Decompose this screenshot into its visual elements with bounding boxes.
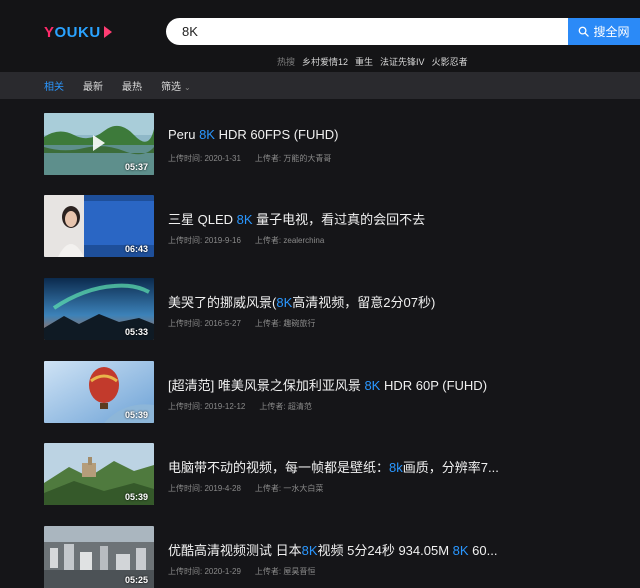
title-highlight: 8K bbox=[452, 543, 469, 558]
title-text: 画质，分辨率7... bbox=[402, 460, 499, 475]
search-icon bbox=[579, 26, 590, 37]
logo-text: YOUKU bbox=[44, 23, 101, 41]
video-meta: 上传时间: 2020-1-31 上传者: 万能的大青哥 bbox=[168, 153, 331, 164]
upload-time: 上传时间: 2019-4-28 bbox=[168, 484, 241, 493]
video-title[interactable]: 优酷高清视频测试 日本8K视频 5分24秒 934.05M 8K 60... bbox=[168, 540, 497, 559]
youku-logo[interactable]: YOUKU bbox=[44, 22, 112, 42]
logo-play-icon bbox=[103, 26, 112, 38]
title-text: 60... bbox=[468, 543, 498, 558]
filter-label: 筛选 bbox=[161, 82, 181, 93]
video-meta: 上传时间: 2019-9-16 上传者: zealerchina bbox=[168, 235, 324, 246]
video-meta: 上传时间: 2020-1-29 上传者: 屋昊晋恒 bbox=[168, 566, 315, 577]
upload-time: 上传时间: 2019-9-16 bbox=[168, 236, 241, 245]
title-highlight: 8K bbox=[364, 378, 381, 393]
title-highlight: 8K bbox=[236, 212, 253, 227]
upload-time: 上传时间: 2019-12-12 bbox=[168, 402, 246, 411]
video-thumbnail[interactable]: 05:39 bbox=[44, 361, 154, 423]
video-thumbnail[interactable]: 05:25 bbox=[44, 526, 154, 588]
tab-hottest[interactable]: 最热 bbox=[122, 78, 142, 93]
title-text: HDR 60P (FUHD) bbox=[380, 378, 488, 393]
uploader[interactable]: 上传者: zealerchina bbox=[255, 235, 324, 246]
title-text: 高清视频，留意2分07秒) bbox=[292, 295, 436, 310]
hot-term[interactable]: 重生 bbox=[355, 55, 373, 68]
tab-relevant[interactable]: 相关 bbox=[44, 78, 64, 93]
filter-dropdown[interactable]: 筛选 ⌄ bbox=[161, 78, 191, 93]
upload-time: 上传时间: 2020-1-29 bbox=[168, 567, 241, 576]
video-meta: 上传时间: 2019-12-12 上传者: 超清范 bbox=[168, 401, 312, 412]
title-text: 美哭了的挪威风景( bbox=[168, 295, 277, 310]
list-item[interactable]: 05:33 美哭了的挪威风景(8K高清视频，留意2分07秒) 上传时间: 201… bbox=[0, 278, 640, 360]
title-highlight: 8k bbox=[389, 460, 403, 475]
search-button[interactable]: 搜全网 bbox=[568, 18, 640, 45]
hot-term[interactable]: 火影忍者 bbox=[432, 55, 468, 68]
hot-term[interactable]: 法证先锋IV bbox=[380, 55, 425, 68]
title-highlight: 8K bbox=[199, 127, 215, 142]
hot-term[interactable]: 乡村爱情12 bbox=[302, 55, 348, 68]
uploader[interactable]: 上传者: 趣碗旅行 bbox=[255, 318, 315, 329]
video-thumbnail[interactable]: 05:37 bbox=[44, 113, 154, 175]
video-meta: 上传时间: 2019-4-28 上传者: 一水大白菜 bbox=[168, 483, 323, 494]
title-text: 量子电视，看过真的会回不去 bbox=[252, 212, 426, 227]
list-item[interactable]: 06:43 三星 QLED 8K 量子电视，看过真的会回不去 上传时间: 201… bbox=[0, 195, 640, 277]
duration-badge: 05:39 bbox=[124, 410, 148, 420]
video-meta: 上传时间: 2016-5-27 上传者: 趣碗旅行 bbox=[168, 318, 315, 329]
list-item[interactable]: 05:25 优酷高清视频测试 日本8K视频 5分24秒 934.05M 8K 6… bbox=[0, 526, 640, 588]
upload-time: 上传时间: 2020-1-31 bbox=[168, 154, 241, 163]
top-bar: YOUKU 搜全网 热搜 乡村爱情12 重生 法证先锋IV 火影忍者 bbox=[0, 0, 640, 72]
upload-time: 上传时间: 2016-5-27 bbox=[168, 319, 241, 328]
title-text: 优酷高清视频测试 日本 bbox=[168, 543, 302, 558]
video-title[interactable]: 电脑带不动的视频，每一帧都是壁纸：8k画质，分辨率7... bbox=[168, 457, 499, 476]
video-thumbnail[interactable]: 06:43 bbox=[44, 195, 154, 257]
title-text: 三星 QLED bbox=[168, 212, 237, 227]
title-text: HDR 60FPS (FUHD) bbox=[214, 127, 339, 142]
duration-badge: 05:39 bbox=[124, 492, 148, 502]
title-text: 电脑带不动的视频，每一帧都是壁纸： bbox=[168, 460, 390, 475]
duration-badge: 06:43 bbox=[124, 244, 148, 254]
video-title[interactable]: 三星 QLED 8K 量子电视，看过真的会回不去 bbox=[168, 209, 425, 228]
play-icon bbox=[93, 135, 105, 151]
hot-searches: 热搜 乡村爱情12 重生 法证先锋IV 火影忍者 bbox=[277, 55, 468, 68]
video-thumbnail[interactable]: 05:39 bbox=[44, 443, 154, 505]
duration-badge: 05:25 bbox=[124, 575, 148, 585]
title-text: 视频 5分24秒 934.05M bbox=[317, 543, 453, 558]
title-text: Peru bbox=[168, 127, 200, 142]
duration-badge: 05:37 bbox=[124, 162, 148, 172]
list-item[interactable]: 05:39 [超清范] 唯美风景之保加利亚风景 8K HDR 60P (FUHD… bbox=[0, 361, 640, 443]
search-box[interactable] bbox=[166, 18, 570, 45]
filter-bar: 相关 最新 最热 筛选 ⌄ bbox=[0, 72, 640, 99]
uploader[interactable]: 上传者: 超清范 bbox=[259, 401, 311, 412]
video-title[interactable]: Peru 8K HDR 60FPS (FUHD) bbox=[168, 127, 339, 142]
list-item[interactable]: 05:39 电脑带不动的视频，每一帧都是壁纸：8k画质，分辨率7... 上传时间… bbox=[0, 443, 640, 525]
search-input[interactable] bbox=[182, 24, 570, 39]
video-title[interactable]: 美哭了的挪威风景(8K高清视频，留意2分07秒) bbox=[168, 292, 435, 311]
list-item[interactable]: 05:37 Peru 8K HDR 60FPS (FUHD) 上传时间: 202… bbox=[0, 113, 640, 195]
tab-newest[interactable]: 最新 bbox=[83, 78, 103, 93]
uploader[interactable]: 上传者: 屋昊晋恒 bbox=[255, 566, 315, 577]
uploader[interactable]: 上传者: 万能的大青哥 bbox=[255, 153, 331, 164]
video-title[interactable]: [超清范] 唯美风景之保加利亚风景 8K HDR 60P (FUHD) bbox=[168, 375, 487, 394]
uploader[interactable]: 上传者: 一水大白菜 bbox=[255, 483, 323, 494]
duration-badge: 05:33 bbox=[124, 327, 148, 337]
title-highlight: 8K bbox=[276, 295, 293, 310]
title-highlight: 8K bbox=[301, 543, 318, 558]
search-button-label: 搜全网 bbox=[593, 25, 630, 39]
hot-label: 热搜 bbox=[277, 57, 296, 67]
title-text: [超清范] 唯美风景之保加利亚风景 bbox=[168, 378, 365, 393]
video-thumbnail[interactable]: 05:33 bbox=[44, 278, 154, 340]
chevron-down-icon: ⌄ bbox=[184, 83, 191, 92]
